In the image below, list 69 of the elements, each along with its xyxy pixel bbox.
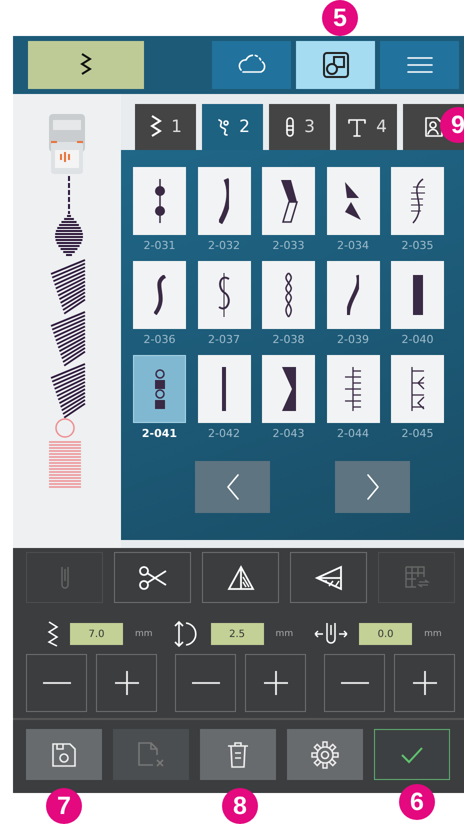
action-button[interactable] <box>287 729 363 780</box>
scissors-icon <box>138 564 168 590</box>
chevron-right-icon <box>364 473 380 501</box>
callout-tooltip: 8 <box>222 788 258 824</box>
stitch-pattern-icon <box>154 368 166 410</box>
callout-tooltip: 5 <box>322 0 358 36</box>
stitch-pattern-icon <box>344 181 362 221</box>
stitch-pattern-icon <box>218 178 230 224</box>
minus-icon <box>42 681 72 685</box>
chevron-left-icon <box>224 473 240 501</box>
value-field[interactable]: 7.0 <box>70 623 123 645</box>
floppy-disk-icon <box>51 742 77 768</box>
stitch-pattern-icon <box>154 275 166 315</box>
category-tab[interactable]: 4 <box>336 104 397 150</box>
decrease-button[interactable] <box>175 654 236 712</box>
checkmark-icon <box>400 746 424 764</box>
menu-button[interactable] <box>380 41 459 89</box>
action-button[interactable] <box>200 729 276 780</box>
stitch-pattern-icon <box>346 274 360 316</box>
mirror-triangle-icon <box>226 564 254 590</box>
patterns-button[interactable] <box>296 41 375 89</box>
unit-label: mm <box>276 629 294 639</box>
stitch-pattern-icon <box>412 274 424 316</box>
increase-button[interactable] <box>96 654 157 712</box>
increase-button[interactable] <box>394 654 455 712</box>
decrease-button[interactable] <box>324 654 385 712</box>
decorative-stitch-icon <box>215 117 232 137</box>
action-button[interactable] <box>26 729 102 780</box>
stitch-pattern-icon <box>280 179 298 223</box>
tool-button[interactable] <box>114 552 191 603</box>
increase-button[interactable] <box>245 654 306 712</box>
stitch-pattern-icon <box>410 178 426 224</box>
shapes-icon <box>320 50 350 80</box>
confirm-button[interactable] <box>374 729 450 780</box>
image-file-icon <box>424 116 444 138</box>
callout-tooltip: 7 <box>46 788 82 824</box>
tool-button[interactable] <box>202 552 279 603</box>
stitch-pattern-icon <box>154 178 166 224</box>
menu-icon <box>406 55 434 75</box>
callout-tooltip: 6 <box>399 784 435 820</box>
buttonhole-icon <box>284 116 296 138</box>
mirror-triangle-icon <box>314 564 342 590</box>
minus-icon <box>190 681 220 685</box>
stitch-pattern-icon <box>284 272 292 318</box>
zigzag-width-icon <box>46 620 60 648</box>
stitch-pattern-icon <box>410 366 424 412</box>
stitch-pattern-icon <box>344 366 362 412</box>
plus-icon <box>262 670 288 696</box>
letter-t-icon <box>346 116 368 138</box>
file-delete-icon <box>137 740 165 768</box>
cloud-button[interactable] <box>212 41 291 89</box>
category-tab[interactable]: 1 <box>135 104 196 150</box>
decrease-button[interactable] <box>26 654 87 712</box>
plus-icon <box>412 670 438 696</box>
value-field[interactable]: 2.5 <box>210 623 264 645</box>
unit-label: mm <box>135 629 153 639</box>
gear-icon <box>311 740 339 768</box>
minus-icon <box>340 681 370 685</box>
stitch-pattern-icon <box>221 366 227 412</box>
trash-icon <box>226 740 250 768</box>
unit-label: mm <box>424 629 442 639</box>
grid-icon <box>404 564 430 590</box>
tool-button[interactable] <box>290 552 367 603</box>
value-field[interactable]: 0.0 <box>359 623 412 645</box>
stitch-pattern-icon <box>218 272 230 318</box>
plus-icon <box>114 670 140 696</box>
category-tab[interactable]: 3 <box>269 104 330 150</box>
stitch-pattern-icon <box>280 366 296 412</box>
category-tab[interactable]: 2 <box>202 104 263 150</box>
